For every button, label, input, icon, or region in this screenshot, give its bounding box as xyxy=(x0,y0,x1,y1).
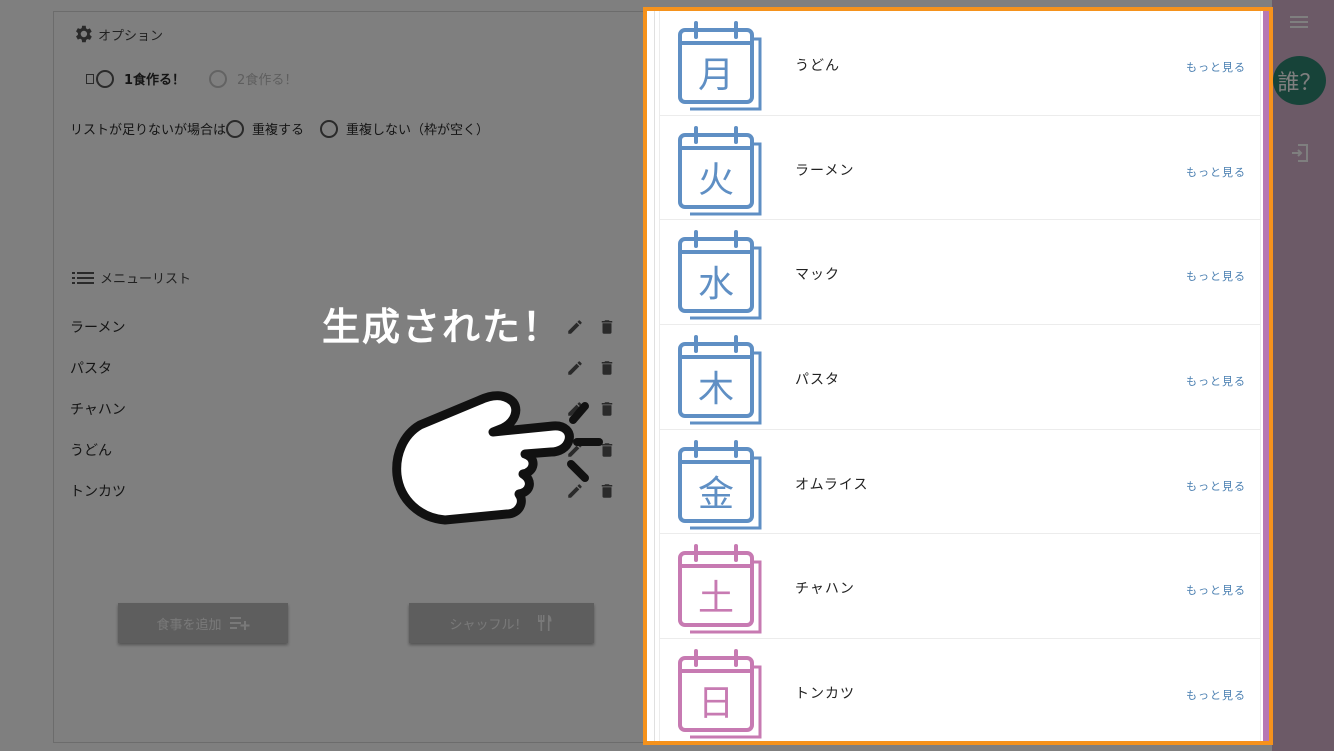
dish-name: うどん xyxy=(795,58,840,74)
day-glyph: 月 xyxy=(698,55,734,96)
day-list: 月うどん もっと見る火ラーメン もっと見る水マック もっと見る木パスタ もっと見る金オム… xyxy=(659,11,1261,741)
day-row[interactable]: 火 ラーメン もっと見る xyxy=(659,115,1261,221)
day-row[interactable]: 木 パスタ もっと見る xyxy=(659,325,1261,430)
day-row[interactable]: 日 トンカツ もっと見る xyxy=(659,639,1261,741)
weekly-plan-dialog: 月うどん もっと見る火ラーメン もっと見る水マック もっと見る木パスタ もっと見る金オム… xyxy=(643,7,1273,745)
dish-name: パスタ xyxy=(795,372,840,389)
calendar-icon: 日 xyxy=(678,649,762,739)
day-row[interactable]: 土 チャハン もっと見る xyxy=(659,534,1261,640)
more-link[interactable]: もっと見る xyxy=(1186,582,1246,598)
dish-name: ラーメン xyxy=(795,162,855,179)
day-row[interactable]: 水 マック もっと見る xyxy=(659,220,1261,326)
calendar-icon: 水 xyxy=(678,230,762,320)
day-glyph: 火 xyxy=(698,160,734,201)
day-glyph: 日 xyxy=(698,683,734,724)
day-glyph: 木 xyxy=(698,369,734,410)
day-glyph: 金 xyxy=(698,474,734,515)
more-link[interactable]: もっと見る xyxy=(1186,59,1246,75)
calendar-icon: 金 xyxy=(678,439,762,530)
more-link[interactable]: もっと見る xyxy=(1186,478,1246,494)
calendar-icon: 木 xyxy=(678,335,762,425)
more-link[interactable]: もっと見る xyxy=(1186,373,1246,389)
dish-name: オムライス xyxy=(795,476,869,493)
dish-name: トンカツ xyxy=(795,686,855,703)
calendar-icon: 月 xyxy=(678,21,762,111)
calendar-icon: 土 xyxy=(678,544,762,634)
more-link[interactable]: もっと見る xyxy=(1186,164,1246,180)
dish-name: マック xyxy=(795,267,840,284)
day-glyph: 土 xyxy=(698,578,734,619)
day-row[interactable]: 金 オムライス もっと見る xyxy=(659,429,1261,535)
calendar-icon: 火 xyxy=(678,125,762,216)
more-link[interactable]: もっと見る xyxy=(1186,268,1246,284)
annotation-text: 生成された！ xyxy=(322,305,563,349)
day-glyph: 水 xyxy=(698,264,734,305)
more-link[interactable]: もっと見る xyxy=(1186,687,1246,703)
dialog-edge-bar xyxy=(1263,11,1269,741)
dish-name: チャハン xyxy=(795,581,855,598)
day-row[interactable]: 月 うどん もっと見る xyxy=(659,11,1261,116)
pointing-hand-icon xyxy=(392,391,603,525)
dialog-scroll-strip[interactable] xyxy=(647,11,655,741)
